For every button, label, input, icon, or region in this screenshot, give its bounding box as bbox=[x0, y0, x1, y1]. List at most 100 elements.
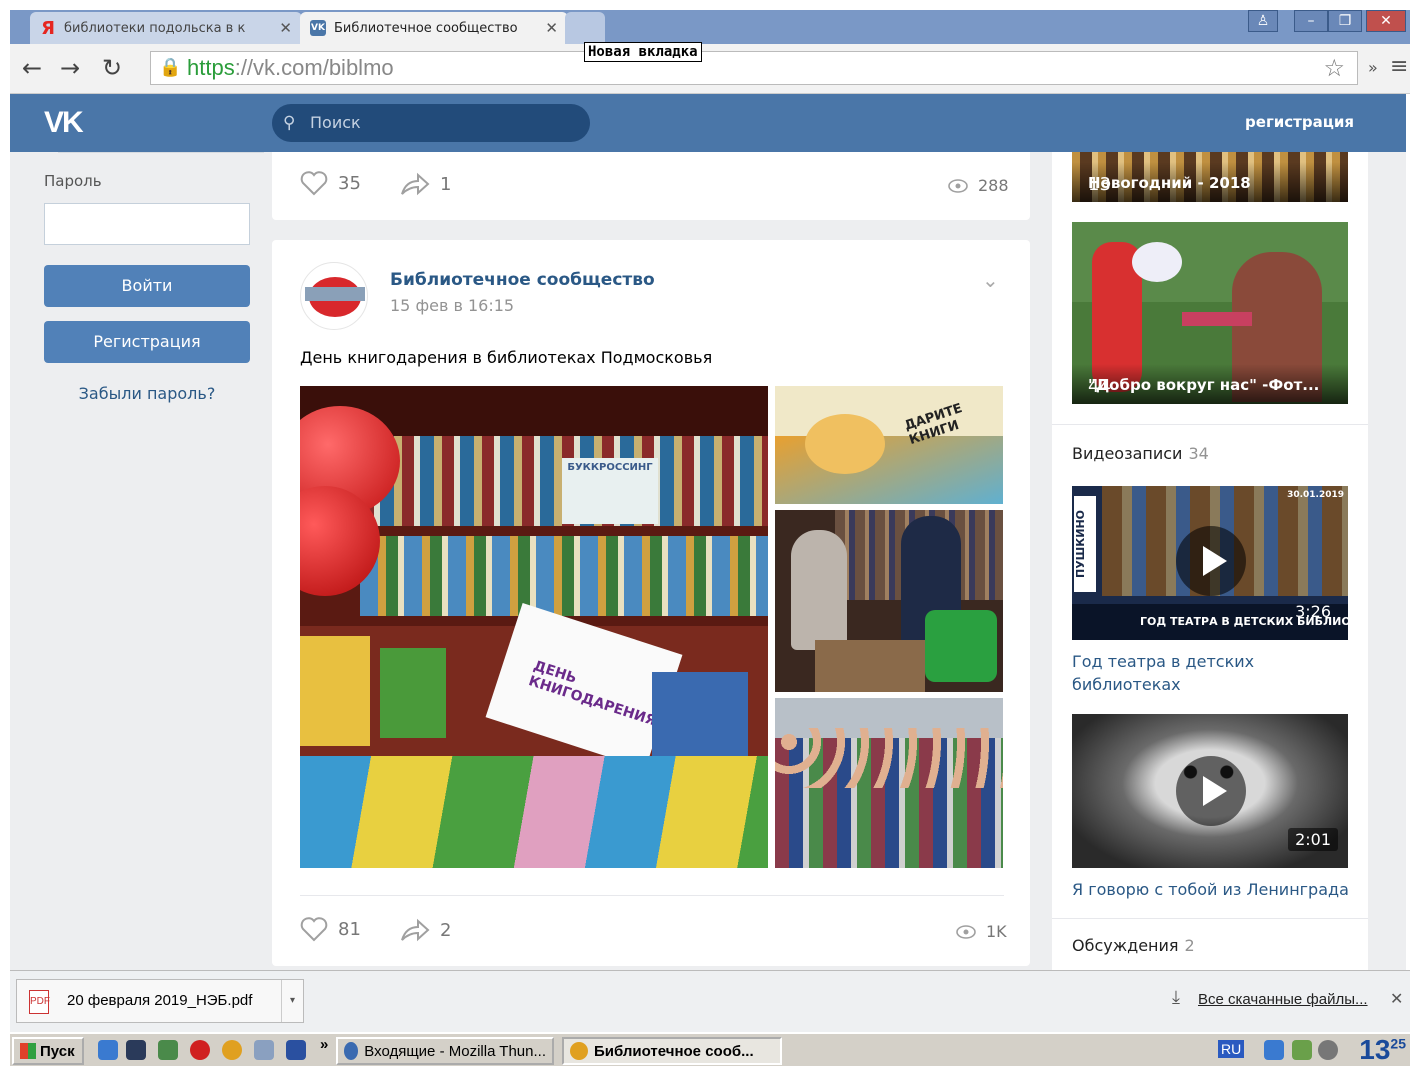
tab-yandex[interactable]: Я библиотеки подольска в к ✕ bbox=[30, 12, 302, 44]
tray-icon[interactable] bbox=[1318, 1040, 1338, 1060]
register-button[interactable]: Регистрация bbox=[44, 321, 250, 363]
download-filename: 20 февраля 2019_НЭБ.pdf bbox=[67, 992, 253, 1009]
heart-icon bbox=[300, 917, 328, 942]
play-icon bbox=[1176, 756, 1246, 826]
post-author[interactable]: Библиотечное сообщество bbox=[390, 270, 655, 290]
tab-vk[interactable]: VK Библиотечное сообществo ✕ bbox=[300, 12, 568, 44]
video-duration: 2:01 bbox=[1288, 828, 1338, 851]
clock: 1325 bbox=[1359, 1034, 1406, 1065]
album-card[interactable]: "Добро вокруг нас" -Фот... 44 bbox=[1072, 222, 1348, 404]
downloads-close-icon[interactable]: ✕ bbox=[1390, 989, 1403, 1008]
community-avatar[interactable] bbox=[300, 262, 368, 330]
password-label: Пароль bbox=[44, 172, 102, 190]
user-icon[interactable]: ♙ bbox=[1248, 10, 1278, 32]
views: 288 bbox=[948, 176, 1009, 195]
save-icon[interactable] bbox=[286, 1040, 306, 1060]
register-link[interactable]: регистрация bbox=[1245, 113, 1354, 131]
window-close-icon[interactable]: ✕ bbox=[1366, 10, 1406, 32]
quicklaunch-more-icon[interactable]: » bbox=[320, 1036, 328, 1053]
new-tab-button[interactable] bbox=[565, 12, 605, 44]
opera-icon[interactable] bbox=[190, 1040, 210, 1060]
language-indicator[interactable]: RU bbox=[1218, 1040, 1245, 1058]
like-button[interactable]: 35 bbox=[300, 170, 361, 196]
wall-post: Библиотечное сообщество 15 фев в 16:15 ⌄… bbox=[272, 240, 1030, 966]
thunderbird-icon bbox=[344, 1042, 359, 1060]
share-button[interactable]: 2 bbox=[400, 918, 451, 942]
share-button[interactable]: 1 bbox=[400, 172, 451, 196]
minimize-icon[interactable]: – bbox=[1294, 10, 1328, 32]
tray-icon[interactable] bbox=[1264, 1040, 1284, 1060]
app-icon[interactable] bbox=[158, 1040, 178, 1060]
start-button[interactable]: Пуск bbox=[12, 1037, 84, 1065]
lock-icon: 🔒 bbox=[159, 57, 182, 78]
like-count: 35 bbox=[338, 172, 361, 194]
album-title: Новогодний - 2018 bbox=[1088, 174, 1251, 192]
new-tab-tooltip: Новая вкладка bbox=[584, 42, 702, 62]
view-count: 1K bbox=[986, 922, 1007, 941]
album-title: "Добро вокруг нас" -Фот... bbox=[1088, 376, 1320, 394]
share-icon bbox=[401, 918, 430, 942]
vk-logo[interactable]: VK bbox=[44, 106, 84, 140]
like-count: 81 bbox=[338, 918, 361, 940]
post-photo-3[interactable] bbox=[775, 510, 1003, 692]
chrome-icon[interactable] bbox=[222, 1040, 242, 1060]
album-card[interactable]: Новогодний - 2018 13 bbox=[1072, 152, 1348, 202]
search-input[interactable]: ⚲ Поиск bbox=[272, 104, 590, 142]
search-placeholder: Поиск bbox=[310, 113, 361, 132]
post-photo-main[interactable]: БУККРОССИНГ ДЕНЬ КНИГОДАРЕНИЯ bbox=[300, 386, 768, 868]
vk-header: VK ⚲ Поиск регистрация bbox=[10, 94, 1406, 152]
address-bar[interactable]: 🔒 https://vk.com/biblmo ☆ bbox=[150, 51, 1358, 85]
extensions-chevron-icon[interactable]: » bbox=[1368, 58, 1378, 77]
discussions-header[interactable]: Обсуждения 2 bbox=[1072, 936, 1195, 955]
reload-icon[interactable]: ↻ bbox=[102, 54, 122, 82]
download-menu-chevron-icon[interactable]: ▾ bbox=[281, 980, 303, 1022]
video-title-link[interactable]: Год театра в детских библиотеках bbox=[1072, 650, 1348, 696]
video-duration: 3:26 bbox=[1295, 602, 1331, 621]
page-content: Пароль Войти Регистрация Забыли пароль? … bbox=[10, 152, 1406, 970]
windows-taskbar: Пуск » Входящие - Mozilla Thun... Библио… bbox=[10, 1032, 1410, 1066]
post-photo-4[interactable] bbox=[775, 698, 1003, 868]
vk-icon: VK bbox=[310, 20, 326, 36]
chevron-down-icon[interactable]: ⌄ bbox=[982, 268, 999, 292]
view-count: 288 bbox=[978, 176, 1009, 195]
heart-icon bbox=[300, 171, 328, 196]
password-field[interactable] bbox=[44, 203, 250, 245]
taskbar-item-thunderbird[interactable]: Входящие - Mozilla Thun... bbox=[336, 1037, 554, 1065]
video-date: 30.01.2019 bbox=[1287, 490, 1344, 500]
word-icon[interactable] bbox=[254, 1040, 274, 1060]
album-count: 13 bbox=[1088, 174, 1111, 195]
windows-flag-icon bbox=[20, 1043, 36, 1059]
browser-tab-strip: Я библиотеки подольска в к ✕ VK Библиоте… bbox=[10, 10, 1410, 44]
bookmark-star-icon[interactable]: ☆ bbox=[1323, 54, 1345, 82]
login-button[interactable]: Войти bbox=[44, 265, 250, 307]
video-thumbnail[interactable]: ПУШКИНО 30.01.2019 ГОД ТЕАТРА В ДЕТСКИХ … bbox=[1072, 486, 1348, 640]
video-thumbnail[interactable]: 2:01 bbox=[1072, 714, 1348, 868]
tab-close-icon[interactable]: ✕ bbox=[545, 19, 558, 37]
chrome-icon bbox=[570, 1042, 588, 1060]
tab-title: библиотеки подольска в к bbox=[64, 20, 246, 36]
search-icon: ⚲ bbox=[283, 113, 296, 133]
back-icon[interactable]: ← bbox=[22, 54, 42, 82]
video-title-link[interactable]: Я говорю с тобой из Ленинграда bbox=[1072, 878, 1362, 901]
download-item[interactable]: PDF 20 февраля 2019_НЭБ.pdf ▾ bbox=[16, 979, 304, 1023]
play-icon bbox=[1176, 526, 1246, 596]
album-count: 44 bbox=[1088, 376, 1111, 397]
taskbar-item-chrome[interactable]: Библиотечное сооб... bbox=[562, 1037, 782, 1065]
eye-icon bbox=[956, 924, 976, 939]
tab-close-icon[interactable]: ✕ bbox=[279, 19, 292, 37]
post-photo-2[interactable]: ДАРИТЕ КНИГИ bbox=[775, 386, 1003, 504]
ie-icon[interactable] bbox=[98, 1040, 118, 1060]
menu-icon[interactable]: ≡ bbox=[1390, 54, 1408, 79]
stack-icon[interactable] bbox=[126, 1040, 146, 1060]
videos-header[interactable]: Видеозаписи 34 bbox=[1072, 444, 1209, 463]
forward-icon[interactable]: → bbox=[60, 54, 80, 82]
forgot-password-link[interactable]: Забыли пароль? bbox=[44, 384, 250, 403]
all-downloads-link[interactable]: Все скачанные файлы... bbox=[1198, 991, 1368, 1008]
like-button[interactable]: 81 bbox=[300, 916, 361, 942]
restore-icon[interactable]: ❐ bbox=[1328, 10, 1362, 32]
right-sidebar: Новогодний - 2018 13 "Добро вокруг нас" -… bbox=[1052, 152, 1368, 970]
tray-icon[interactable] bbox=[1292, 1040, 1312, 1060]
yandex-icon: Я bbox=[41, 17, 55, 39]
post-date[interactable]: 15 фев в 16:15 bbox=[390, 296, 514, 315]
browser-toolbar: ← → ↻ 🔒 https://vk.com/biblmo ☆ » ≡ bbox=[10, 44, 1410, 94]
